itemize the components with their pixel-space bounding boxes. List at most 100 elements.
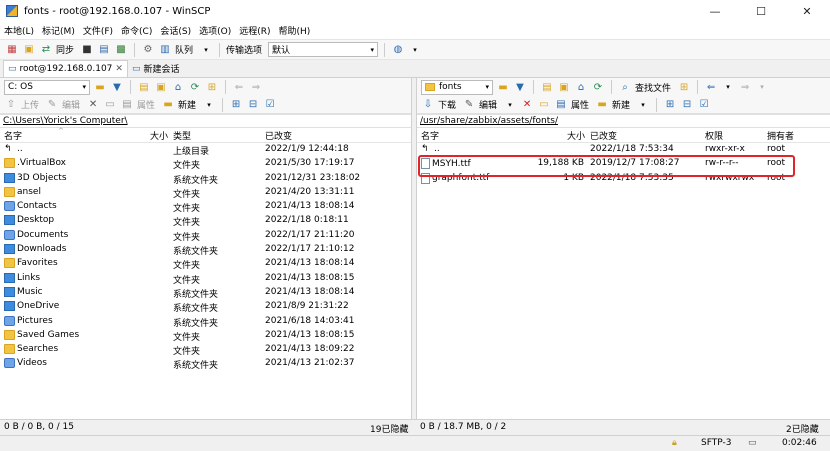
unselect-icon[interactable]: ⊟ — [680, 98, 694, 112]
new-dropdown-icon[interactable]: ▾ — [636, 98, 650, 112]
menu-file[interactable]: 文件(F) — [79, 24, 117, 37]
menu-help[interactable]: 帮助(H) — [275, 24, 315, 37]
local-path-bar[interactable]: C:\Users\Yorick's Computer\ — [0, 114, 411, 128]
forward-dropdown-icon[interactable]: ▾ — [755, 80, 769, 94]
unselect-icon[interactable]: ⊟ — [246, 98, 260, 112]
properties-button[interactable]: 属性 — [571, 98, 589, 111]
rename-icon[interactable]: ▭ — [103, 98, 117, 112]
remote-folder-select[interactable]: fonts ▾ — [421, 79, 493, 95]
local-file-row[interactable]: Documents 文件夹 2022/1/17 21:11:20 — [0, 229, 411, 243]
new-button[interactable]: 新建 — [612, 98, 630, 111]
edit-icon[interactable]: ✎ — [462, 98, 476, 112]
col-changed[interactable]: 已改变 — [265, 129, 292, 142]
col-type[interactable]: 类型 — [173, 129, 191, 142]
minimize-button[interactable]: — — [692, 0, 738, 22]
preferences-icon[interactable]: ▩ — [114, 43, 128, 57]
local-file-row[interactable]: .VirtualBox 文件夹 2021/5/30 17:19:17 — [0, 157, 411, 171]
find-files-icon[interactable]: ⌕ — [618, 80, 632, 94]
local-file-row[interactable]: Videos 系统文件夹 2021/4/13 21:02:37 — [0, 357, 411, 371]
delete-icon[interactable]: ✕ — [520, 98, 534, 112]
globe-icon[interactable]: ◍ — [391, 43, 405, 57]
root-dir-icon[interactable]: ▣ — [557, 80, 571, 94]
local-browse-icon[interactable]: ▦ — [5, 43, 19, 57]
forward-icon[interactable]: ⇒ — [249, 80, 263, 94]
local-file-row[interactable]: Pictures 系统文件夹 2021/6/18 14:03:41 — [0, 315, 411, 329]
maximize-button[interactable]: ☐ — [738, 0, 784, 22]
menu-command[interactable]: 命令(C) — [117, 24, 156, 37]
edit-icon[interactable]: ✎ — [45, 98, 59, 112]
local-file-row[interactable]: Links 文件夹 2021/4/13 18:08:15 — [0, 272, 411, 286]
close-tab-icon[interactable]: ✕ — [115, 64, 123, 74]
back-dropdown-icon[interactable]: ▾ — [721, 80, 735, 94]
edit-button[interactable]: 编辑 — [62, 98, 80, 111]
menu-options[interactable]: 选项(O) — [195, 24, 235, 37]
new-session-tab[interactable]: ▭ 新建会话 — [127, 60, 184, 77]
local-file-row[interactable]: OneDrive 系统文件夹 2021/8/9 21:31:22 — [0, 300, 411, 314]
root-dir-icon[interactable]: ▣ — [154, 80, 168, 94]
open-folder-icon[interactable]: ▬ — [496, 80, 510, 94]
new-dropdown-icon[interactable]: ▾ — [202, 98, 216, 112]
download-button[interactable]: 下载 — [438, 98, 456, 111]
upload-icon[interactable]: ⇧ — [4, 98, 18, 112]
local-file-row[interactable]: ansel 文件夹 2021/4/20 13:31:11 — [0, 186, 411, 200]
queue-button[interactable]: 队列 — [175, 43, 193, 56]
new-button[interactable]: 新建 — [178, 98, 196, 111]
delete-icon[interactable]: ✕ — [86, 98, 100, 112]
queue-dropdown-icon[interactable]: ▾ — [199, 43, 213, 57]
local-file-row[interactable]: Contacts 文件夹 2021/4/13 18:08:14 — [0, 200, 411, 214]
select-all-icon[interactable]: ⊞ — [229, 98, 243, 112]
properties-icon[interactable]: ▤ — [120, 98, 134, 112]
local-file-row[interactable]: Searches 文件夹 2021/4/13 18:09:22 — [0, 343, 411, 357]
find-files-button[interactable]: 查找文件 — [635, 81, 671, 94]
new-folder-icon[interactable]: ▬ — [595, 98, 609, 112]
local-hidden-count[interactable]: 19已隐藏 — [370, 422, 408, 435]
filter-icon[interactable]: ▼ — [513, 80, 527, 94]
local-file-row[interactable]: Music 系统文件夹 2021/4/13 18:08:14 — [0, 286, 411, 300]
col-size[interactable]: 大小 — [567, 129, 585, 142]
refresh-icon[interactable]: ⟳ — [591, 80, 605, 94]
tree-icon[interactable]: ⊞ — [205, 80, 219, 94]
rename-icon[interactable]: ▭ — [537, 98, 551, 112]
refresh-icon[interactable]: ⟳ — [188, 80, 202, 94]
edit-dropdown-icon[interactable]: ▾ — [503, 98, 517, 112]
col-size[interactable]: 大小 — [150, 129, 168, 142]
properties-button[interactable]: 属性 — [137, 98, 155, 111]
properties-icon[interactable]: ▤ — [554, 98, 568, 112]
back-icon[interactable]: ⇐ — [704, 80, 718, 94]
local-file-row[interactable]: Favorites 文件夹 2021/4/13 18:08:14 — [0, 257, 411, 271]
putty-icon[interactable]: ▤ — [97, 43, 111, 57]
local-file-row[interactable]: 3D Objects 系统文件夹 2021/12/31 23:18:02 — [0, 172, 411, 186]
open-folder-icon[interactable]: ▬ — [93, 80, 107, 94]
col-owner[interactable]: 拥有者 — [767, 129, 794, 142]
sync-icon[interactable]: ⇄ — [39, 43, 53, 57]
remote-hidden-count[interactable]: 2已隐藏 — [786, 422, 819, 435]
local-drive-select[interactable]: C: OS ▾ — [4, 79, 90, 95]
col-name[interactable]: 名字 — [421, 129, 439, 142]
col-changed[interactable]: 已改变 — [590, 129, 617, 142]
remote-file-row[interactable]: graphfont.ttf 1 KB 2022/1/18 7:53:35 rwxrwx… — [417, 172, 830, 186]
local-file-row[interactable]: Downloads 系统文件夹 2022/1/17 21:10:12 — [0, 243, 411, 257]
close-button[interactable]: ✕ — [784, 0, 830, 22]
back-icon[interactable]: ⇐ — [232, 80, 246, 94]
menu-remote[interactable]: 远程(R) — [235, 24, 274, 37]
home-icon[interactable]: ⌂ — [574, 80, 588, 94]
remote-file-row[interactable]: ↰.. 2022/1/18 7:53:34 rwxr-xr-x root — [417, 143, 830, 157]
menu-local[interactable]: 本地(L) — [0, 24, 38, 37]
local-file-row[interactable]: Desktop 文件夹 2022/1/18 0:18:11 — [0, 214, 411, 228]
folder-sync-icon[interactable]: ▣ — [22, 43, 36, 57]
session-tab[interactable]: ▭ root@192.168.0.107 ✕ — [3, 60, 128, 77]
parent-dir-icon[interactable]: ▤ — [137, 80, 151, 94]
menu-session[interactable]: 会话(S) — [156, 24, 195, 37]
upload-button[interactable]: 上传 — [21, 98, 39, 111]
filter-select-icon[interactable]: ☑ — [263, 98, 277, 112]
parent-dir-icon[interactable]: ▤ — [540, 80, 554, 94]
gear-icon[interactable]: ⚙ — [141, 43, 155, 57]
col-name[interactable]: 名字 — [4, 129, 22, 142]
transfer-options-select[interactable]: 默认 ▾ — [268, 42, 379, 57]
edit-button[interactable]: 编辑 — [479, 98, 497, 111]
forward-icon[interactable]: ⇒ — [738, 80, 752, 94]
globe-dropdown-icon[interactable]: ▾ — [408, 43, 422, 57]
remote-file-row[interactable]: MSYH.ttf 19,188 KB 2019/12/7 17:08:27 rw-r-… — [417, 157, 830, 171]
filter-select-icon[interactable]: ☑ — [697, 98, 711, 112]
local-file-row[interactable]: ↰.. 上级目录 2022/1/9 12:44:18 — [0, 143, 411, 157]
